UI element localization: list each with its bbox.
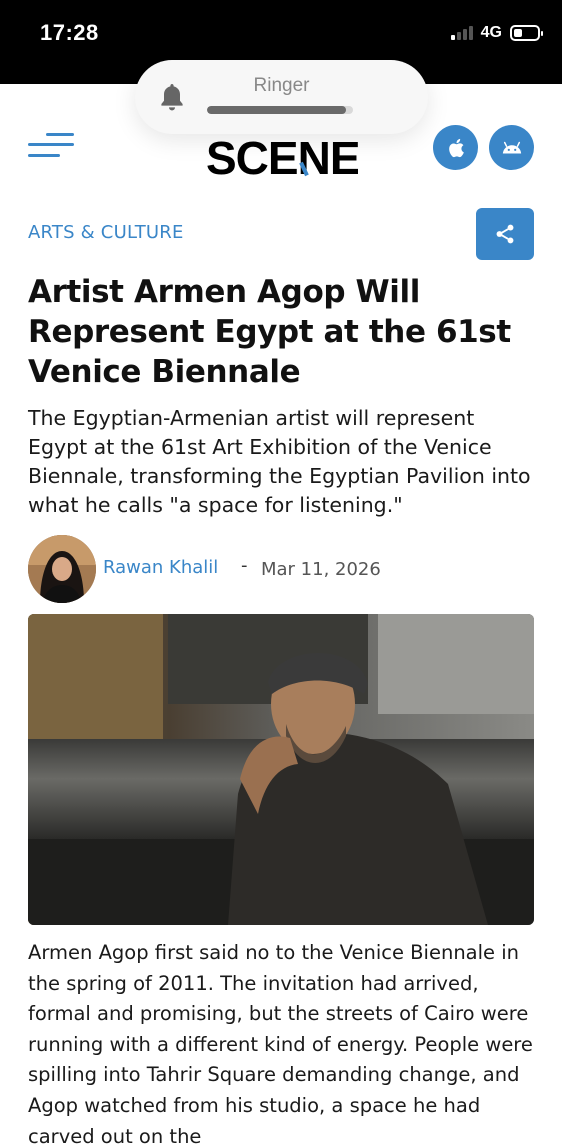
article-subtitle: The Egyptian-Armenian artist will repres…: [28, 406, 531, 517]
author-avatar[interactable]: [28, 535, 96, 603]
article-body: Armen Agop first said no to the Venice B…: [28, 941, 533, 1148]
byline-separator: -: [241, 555, 248, 576]
ios-app-button[interactable]: [433, 125, 478, 170]
article-title: Artist Armen Agop Will Represent Egypt a…: [28, 274, 511, 390]
status-time: 17:28: [40, 20, 99, 45]
author-byline: Rawan Khalil - Mar 11, 2026: [28, 535, 538, 603]
ringer-volume-fill: [207, 106, 346, 114]
share-icon: [496, 224, 514, 244]
apple-icon: [448, 138, 464, 157]
menu-button[interactable]: [28, 132, 74, 162]
logo-main-text: SCENE: [206, 132, 358, 184]
network-type: 4G: [480, 24, 502, 41]
author-name-link[interactable]: Rawan Khalil: [103, 557, 218, 578]
battery-icon: [510, 25, 543, 41]
share-button[interactable]: [476, 208, 534, 260]
hamburger-icon: [46, 133, 74, 136]
publish-date: Mar 11, 2026: [261, 559, 381, 580]
status-indicators: 4G: [450, 24, 543, 42]
ringer-volume-bar: [207, 106, 353, 114]
ringer-overlay: Ringer: [135, 60, 428, 134]
hero-image: [28, 614, 534, 925]
ringer-label: Ringer: [253, 75, 310, 96]
signal-icon: [450, 26, 473, 40]
android-app-button[interactable]: [489, 125, 534, 170]
android-icon: [502, 141, 521, 153]
category-link[interactable]: ARTS & CULTURE: [28, 222, 184, 243]
